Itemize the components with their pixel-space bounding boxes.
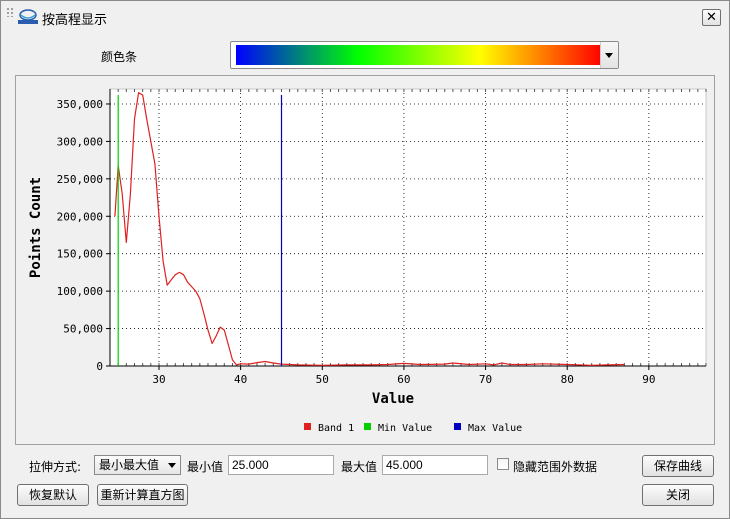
dialog-window: 按高程显示 ✕ 颜色条 30 40 50 60 70 80 90 0 50,000 100,000… bbox=[0, 0, 730, 519]
x-tick-label: 60 bbox=[397, 373, 410, 386]
hide-outside-checkbox[interactable] bbox=[497, 458, 509, 470]
colorbar-dropdown[interactable] bbox=[230, 41, 619, 69]
x-tick-label: 80 bbox=[561, 373, 574, 386]
legend-swatch-2 bbox=[454, 423, 461, 430]
y-tick-label: 150,000 bbox=[57, 248, 103, 261]
x-axis-title: Value bbox=[372, 391, 414, 407]
x-tick-label: 90 bbox=[642, 373, 655, 386]
legend-swatch-0 bbox=[304, 423, 311, 430]
min-value-label: 最小值 bbox=[187, 460, 224, 474]
close-window-button[interactable]: ✕ bbox=[702, 9, 721, 26]
y-tick-label: 0 bbox=[96, 360, 103, 373]
save-curve-button[interactable]: 保存曲线 bbox=[642, 455, 714, 477]
y-tick-label: 250,000 bbox=[57, 173, 103, 186]
app-logo-icon bbox=[18, 9, 38, 24]
y-tick-label: 50,000 bbox=[63, 323, 103, 336]
y-axis-title: Points Count bbox=[28, 177, 44, 278]
plot-area bbox=[109, 88, 707, 367]
x-tick-label: 40 bbox=[234, 373, 247, 386]
chevron-down-icon bbox=[168, 463, 176, 468]
max-value-input[interactable] bbox=[382, 455, 488, 475]
y-tick-label: 300,000 bbox=[57, 135, 103, 148]
recompute-histogram-button[interactable]: 重新计算直方图 bbox=[97, 484, 188, 506]
legend-label-2: Max Value bbox=[468, 423, 522, 434]
hide-outside-label: 隐藏范围外数据 bbox=[513, 460, 598, 474]
x-tick-label: 30 bbox=[152, 373, 165, 386]
x-tick-label: 70 bbox=[479, 373, 492, 386]
y-tick-label: 200,000 bbox=[57, 210, 103, 223]
title-bar: 按高程显示 ✕ bbox=[1, 1, 729, 33]
histogram-chart: 30 40 50 60 70 80 90 0 50,000 100,000 150,000 200,0… bbox=[28, 88, 707, 434]
y-tick-label: 350,000 bbox=[57, 98, 103, 111]
legend-label-1: Min Value bbox=[378, 423, 432, 434]
min-value-input[interactable] bbox=[228, 455, 334, 475]
stretch-label: 拉伸方式: bbox=[29, 460, 82, 474]
restore-default-button[interactable]: 恢复默认 bbox=[17, 484, 89, 506]
drag-grip-icon[interactable] bbox=[6, 7, 14, 17]
legend-label-0: Band 1 bbox=[318, 423, 354, 434]
x-tick-label: 50 bbox=[316, 373, 329, 386]
stretch-select[interactable]: 最小最大值 bbox=[94, 455, 181, 475]
histogram-panel: 30 40 50 60 70 80 90 0 50,000 100,000 150,000 200,0… bbox=[15, 75, 715, 445]
colorbar-gradient bbox=[236, 45, 602, 65]
window-title: 按高程显示 bbox=[42, 13, 108, 28]
close-button[interactable]: 关闭 bbox=[642, 484, 714, 506]
chevron-down-icon[interactable] bbox=[600, 42, 618, 68]
y-tick-label: 100,000 bbox=[57, 285, 103, 298]
legend-swatch-1 bbox=[364, 423, 371, 430]
max-value-label: 最大值 bbox=[341, 460, 378, 474]
stretch-select-value: 最小最大值 bbox=[99, 458, 160, 472]
colorbar-label: 颜色条 bbox=[101, 50, 138, 64]
